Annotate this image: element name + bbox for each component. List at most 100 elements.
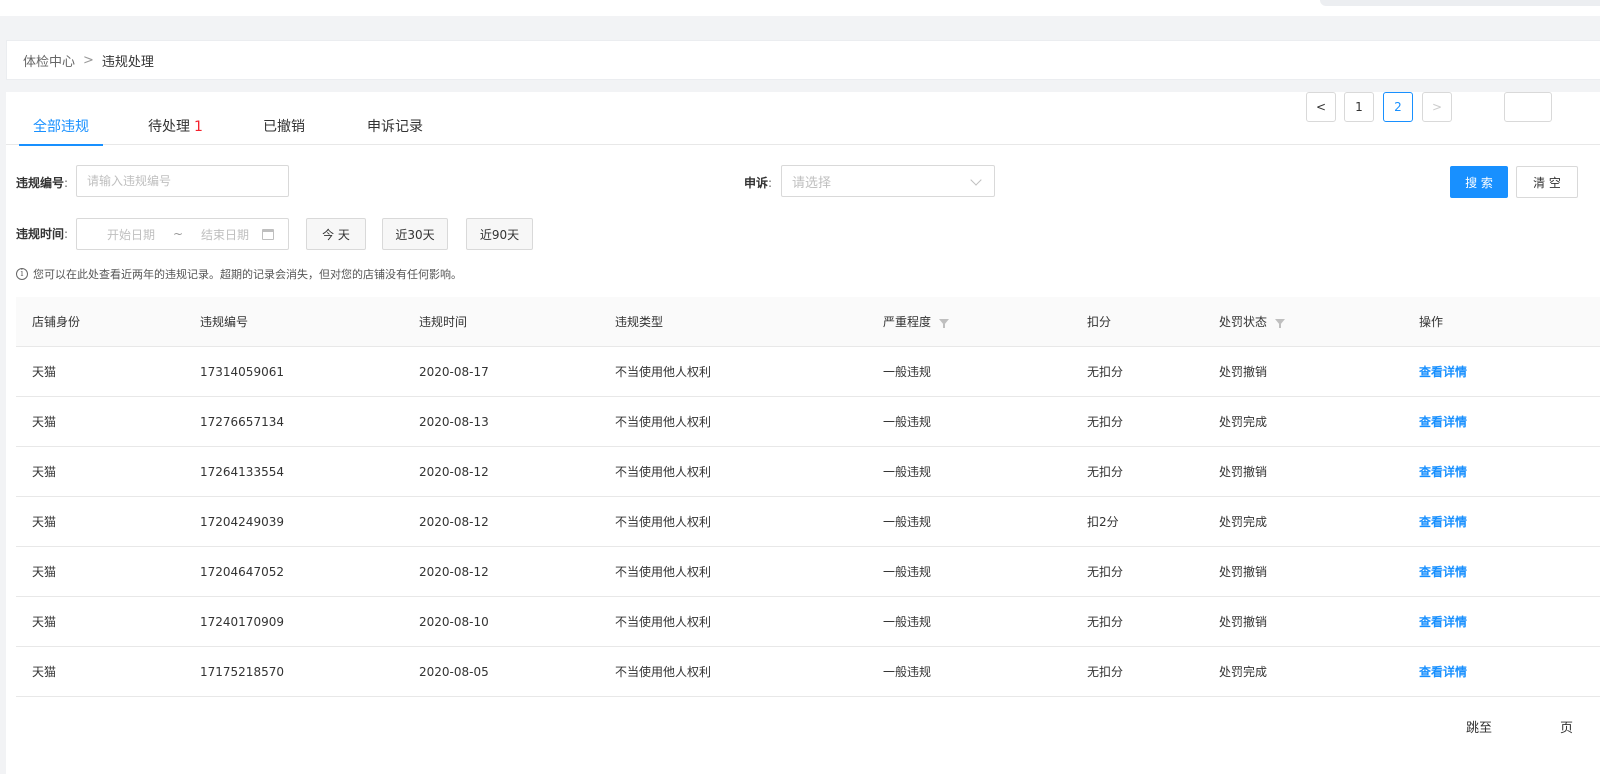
- tab-all-violations[interactable]: 全部违规: [19, 116, 103, 146]
- cell-violation-type: 不当使用他人权利: [615, 565, 712, 579]
- cell-status: 处罚完成: [1219, 665, 1268, 679]
- tab-label: 待处理: [148, 119, 190, 135]
- breadcrumb-current: 违规处理: [101, 54, 154, 70]
- cell-status: 处罚完成: [1219, 415, 1268, 429]
- tab-label: 已撤销: [263, 119, 305, 135]
- cell-violation-no: 17175218570: [200, 664, 284, 679]
- col-penalty-status: 处罚状态: [1219, 297, 1286, 346]
- col-penalty-status-label: 处罚状态: [1219, 315, 1268, 329]
- table-row: 天猫 17204249039 2020-08-12 不当使用他人权利 一般违规 …: [16, 497, 1600, 547]
- cell-status: 处罚撤销: [1219, 365, 1268, 379]
- cell-violation-no: 17276657134: [200, 414, 284, 429]
- table-row: 天猫 17314059061 2020-08-17 不当使用他人权利 一般违规 …: [16, 347, 1600, 397]
- cell-violation-no: 17314059061: [200, 364, 284, 379]
- cell-shop: 天猫: [32, 415, 57, 429]
- jump-page-input[interactable]: [1504, 92, 1552, 122]
- retention-notice: i 您可以在此处查看近两年的违规记录。超期的记录会消失，但对您的店铺没有任何影响…: [16, 266, 462, 282]
- tab-revoked[interactable]: 已撤销: [263, 116, 305, 145]
- cell-points: 无扣分: [1087, 365, 1124, 379]
- quick-30-days-button[interactable]: 近30天: [382, 218, 448, 250]
- page-1-button[interactable]: 1: [1344, 92, 1374, 122]
- cell-violation-no: 17264133554: [200, 464, 284, 479]
- view-details-link[interactable]: 查看详情: [1419, 647, 1467, 696]
- cell-violation-type: 不当使用他人权利: [615, 515, 712, 529]
- jump-to-label: 跳至: [1466, 721, 1493, 736]
- cell-violation-type: 不当使用他人权利: [615, 415, 712, 429]
- filter-icon[interactable]: [939, 318, 950, 328]
- view-details-link[interactable]: 查看详情: [1419, 397, 1467, 446]
- view-details-link[interactable]: 查看详情: [1419, 597, 1467, 646]
- cell-shop: 天猫: [32, 465, 57, 479]
- main-panel: 全部违规 待处理1 已撤销 申诉记录 违规编号: 申诉: 请选择 搜 索 清 空…: [6, 92, 1600, 774]
- breadcrumb-separator: >: [83, 52, 94, 68]
- cell-violation-no: 17240170909: [200, 614, 284, 629]
- col-violation-type: 违规类型: [615, 315, 664, 329]
- cell-shop: 天猫: [32, 565, 57, 579]
- page-2-button[interactable]: 2: [1383, 92, 1413, 122]
- date-range-picker[interactable]: 开始日期 ~ 结束日期: [76, 218, 289, 250]
- tab-label: 申诉记录: [367, 119, 423, 135]
- cell-violation-type: 不当使用他人权利: [615, 615, 712, 629]
- cell-severity: 一般违规: [883, 665, 932, 679]
- col-violation-time: 违规时间: [419, 315, 468, 329]
- cell-violation-time: 2020-08-10: [419, 614, 489, 629]
- cell-violation-time: 2020-08-12: [419, 514, 489, 529]
- view-details-link[interactable]: 查看详情: [1419, 547, 1467, 596]
- col-severity-label: 严重程度: [883, 315, 932, 329]
- cell-points: 无扣分: [1087, 465, 1124, 479]
- top-strip-pill: [1320, 0, 1600, 6]
- appeal-select-placeholder: 请选择: [792, 175, 832, 191]
- cell-status: 处罚撤销: [1219, 615, 1268, 629]
- breadcrumb-root[interactable]: 体检中心: [23, 51, 75, 70]
- cell-violation-time: 2020-08-13: [419, 414, 489, 429]
- col-violation-no: 违规编号: [200, 315, 249, 329]
- cell-status: 处罚完成: [1219, 515, 1268, 529]
- cell-severity: 一般违规: [883, 615, 932, 629]
- col-severity: 严重程度: [883, 297, 950, 346]
- violation-no-input[interactable]: [76, 165, 289, 197]
- page-suffix-label: 页: [1560, 721, 1574, 736]
- appeal-select[interactable]: 请选择: [781, 165, 995, 197]
- view-details-link[interactable]: 查看详情: [1419, 447, 1467, 496]
- quick-today-button[interactable]: 今 天: [306, 218, 366, 250]
- cell-status: 处罚撤销: [1219, 465, 1268, 479]
- cell-points: 扣2分: [1087, 515, 1119, 529]
- tab-pending[interactable]: 待处理 1: [148, 116, 203, 145]
- cell-severity: 一般违规: [883, 415, 932, 429]
- tab-label: 全部违规: [33, 119, 89, 135]
- cell-points: 无扣分: [1087, 665, 1124, 679]
- view-details-link[interactable]: 查看详情: [1419, 497, 1467, 546]
- cell-violation-time: 2020-08-12: [419, 564, 489, 579]
- violations-table: 店铺身份 违规编号 违规时间 违规类型 严重程度 扣分 处罚状态 操作 天猫 1…: [16, 297, 1600, 697]
- quick-90-days-button[interactable]: 近90天: [466, 218, 533, 250]
- cell-severity: 一般违规: [883, 565, 932, 579]
- calendar-icon: [262, 229, 274, 240]
- table-header: 店铺身份 违规编号 违规时间 违规类型 严重程度 扣分 处罚状态 操作: [16, 297, 1600, 347]
- prev-page-button[interactable]: <: [1306, 92, 1336, 122]
- tab-appeal-records[interactable]: 申诉记录: [367, 116, 423, 145]
- table-row: 天猫 17204647052 2020-08-12 不当使用他人权利 一般违规 …: [16, 547, 1600, 597]
- col-action: 操作: [1419, 315, 1444, 329]
- cell-violation-type: 不当使用他人权利: [615, 365, 712, 379]
- clear-button[interactable]: 清 空: [1516, 166, 1578, 198]
- cell-violation-time: 2020-08-12: [419, 464, 489, 479]
- top-strip: [0, 0, 1600, 16]
- search-button[interactable]: 搜 索: [1450, 166, 1508, 198]
- table-row: 天猫 17276657134 2020-08-13 不当使用他人权利 一般违规 …: [16, 397, 1600, 447]
- cell-points: 无扣分: [1087, 415, 1124, 429]
- breadcrumb: 体检中心 > 违规处理: [6, 40, 1600, 80]
- filter-icon[interactable]: [1275, 318, 1286, 328]
- cell-points: 无扣分: [1087, 615, 1124, 629]
- cell-violation-type: 不当使用他人权利: [615, 465, 712, 479]
- cell-violation-type: 不当使用他人权利: [615, 665, 712, 679]
- cell-shop: 天猫: [32, 665, 57, 679]
- cell-severity: 一般违规: [883, 365, 932, 379]
- cell-violation-no: 17204249039: [200, 514, 284, 529]
- cell-violation-no: 17204647052: [200, 564, 284, 579]
- cell-shop: 天猫: [32, 615, 57, 629]
- cell-severity: 一般违规: [883, 515, 932, 529]
- end-date-placeholder: 结束日期: [201, 227, 250, 242]
- cell-violation-time: 2020-08-17: [419, 364, 489, 379]
- next-page-button[interactable]: >: [1422, 92, 1452, 122]
- view-details-link[interactable]: 查看详情: [1419, 347, 1467, 396]
